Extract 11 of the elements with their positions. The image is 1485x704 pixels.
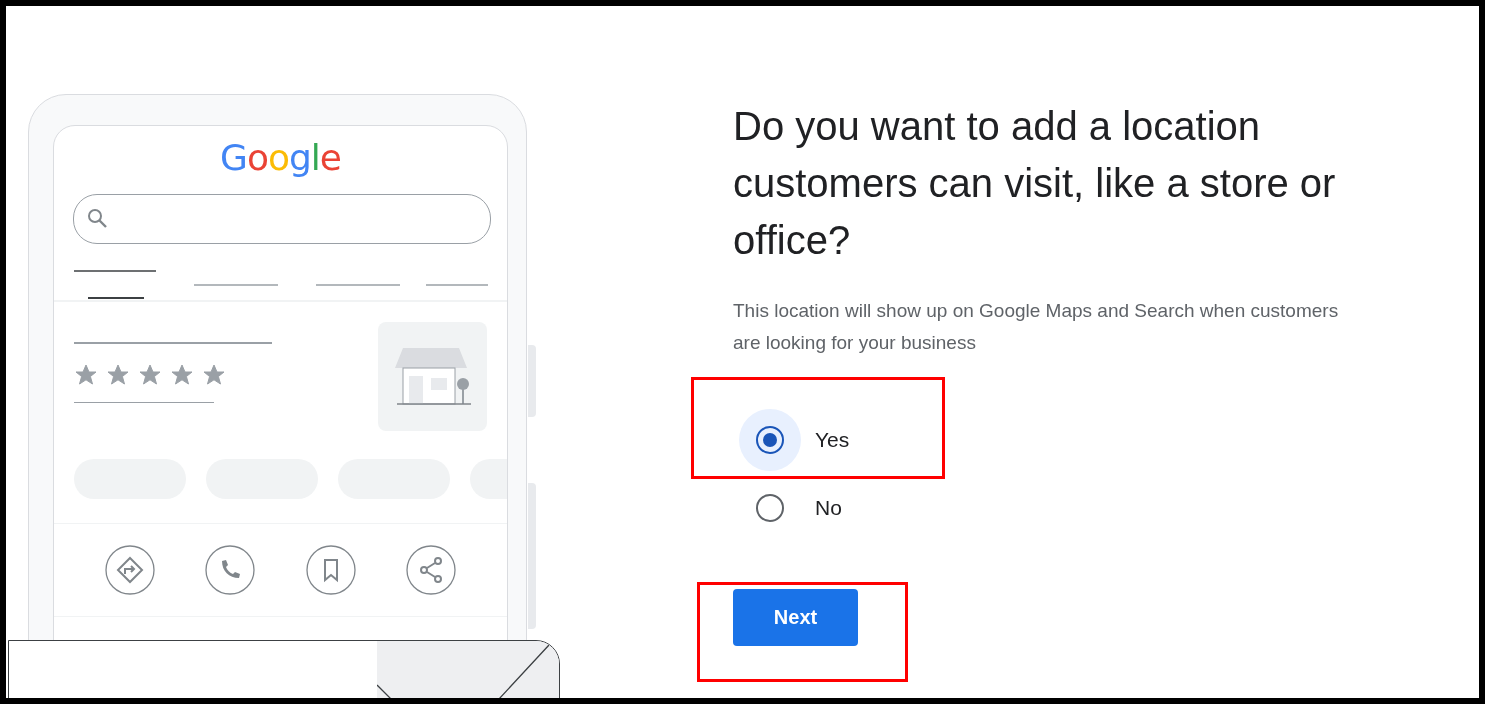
radio-option[interactable]: No [733, 477, 842, 539]
share-icon [404, 544, 457, 596]
radio-button[interactable] [756, 426, 784, 454]
next-button[interactable]: Next [733, 589, 858, 646]
logo: Google [219, 138, 342, 178]
question-description: This location will show up on Google Maps and Search when customers are looking for your business [733, 299, 1340, 355]
radio-button[interactable] [756, 494, 784, 522]
bookmark-icon [304, 544, 357, 596]
directions-icon [104, 544, 157, 596]
question-heading: Do you want to add a location customers can visit, like a store or office? [733, 103, 1337, 264]
phone-icon [204, 544, 257, 596]
